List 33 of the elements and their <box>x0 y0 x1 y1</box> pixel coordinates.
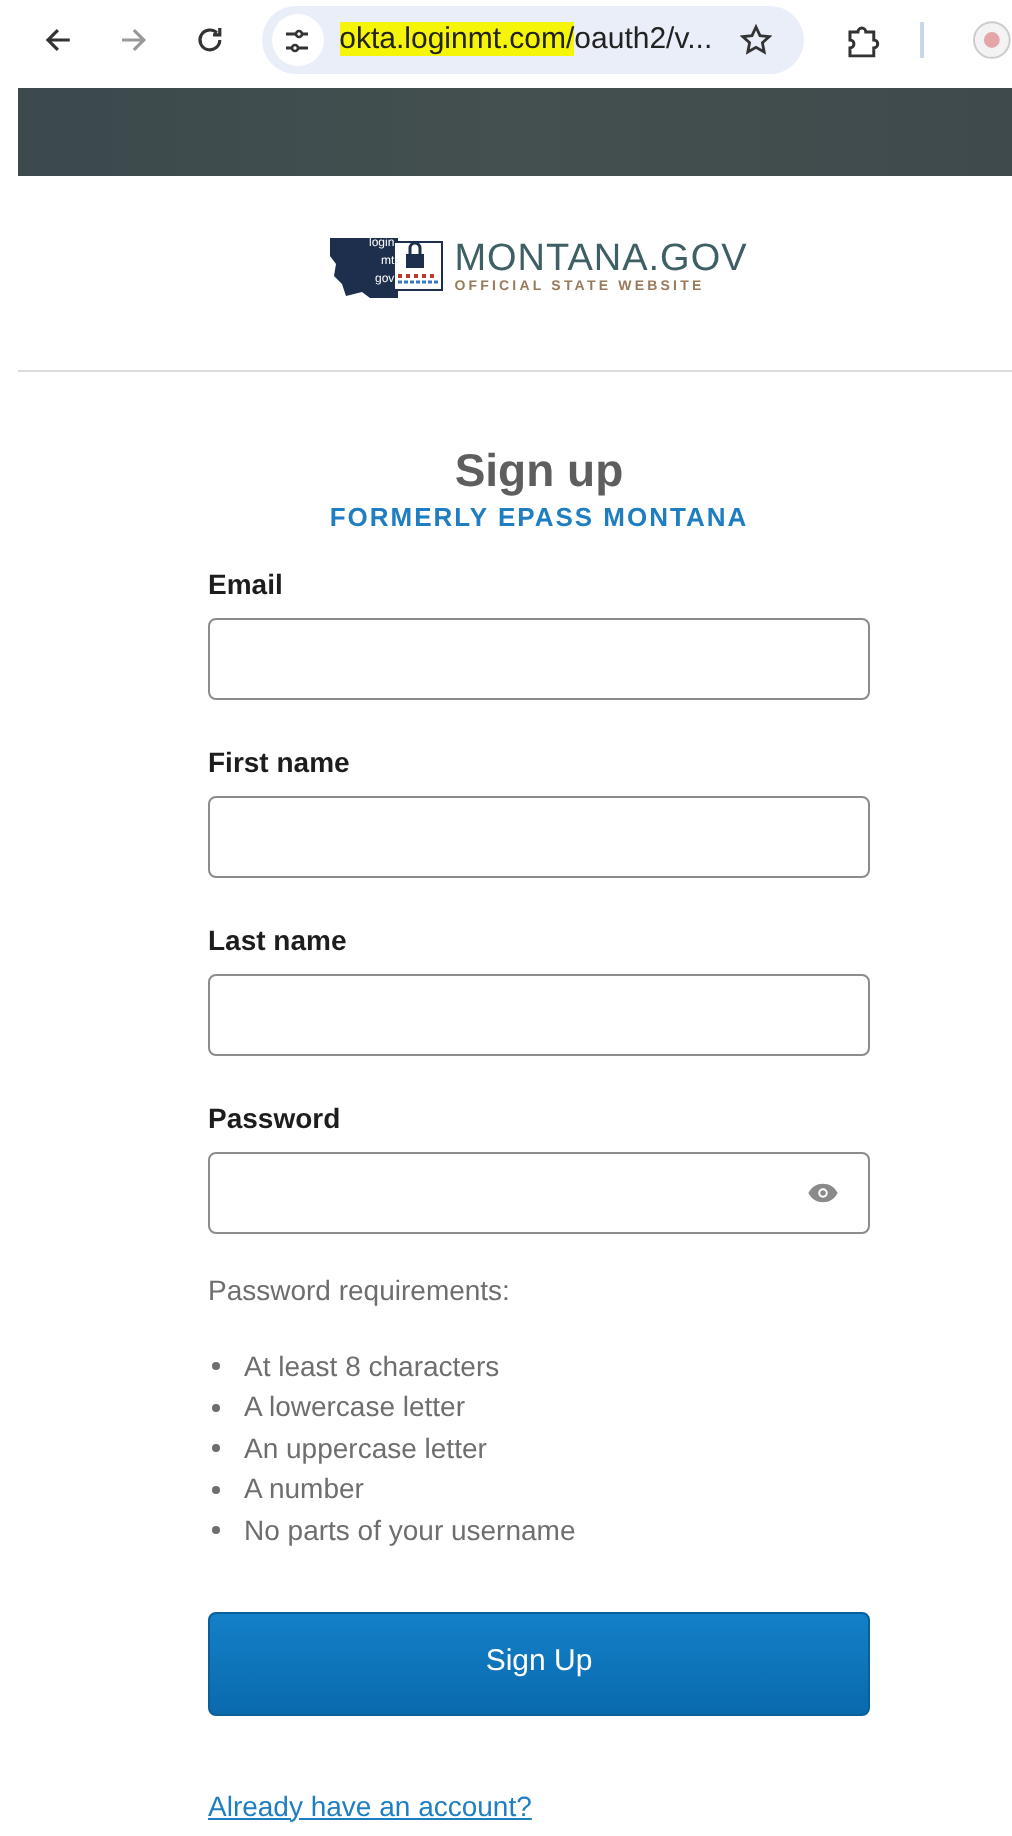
sign-in-link[interactable]: Already have an account? <box>208 1789 532 1821</box>
forward-icon[interactable] <box>119 26 148 54</box>
text-field[interactable] <box>208 618 870 700</box>
profile-avatar-icon[interactable] <box>972 20 1012 60</box>
text-field[interactable] <box>208 796 870 878</box>
field-label: Last name <box>208 922 349 958</box>
bullet-icon <box>212 1526 220 1535</box>
requirements-title: Password requirements: <box>208 1272 512 1308</box>
star-icon[interactable] <box>740 24 773 56</box>
bullet-icon <box>212 1485 220 1494</box>
eye-icon[interactable] <box>806 1182 840 1204</box>
requirement-text: An uppercase letter <box>244 1429 487 1468</box>
requirement-text: At least 8 characters <box>244 1347 500 1386</box>
sign-up-button[interactable]: Sign Up <box>208 1611 870 1715</box>
page-title: Sign up <box>452 442 626 500</box>
site-info-icon[interactable] <box>271 14 324 66</box>
url-text[interactable]: oauth2/v... <box>574 21 713 56</box>
bullet-icon <box>212 1444 220 1453</box>
bullet-icon <box>212 1362 220 1371</box>
field-label: Email <box>208 566 285 602</box>
bullet-icon <box>212 1403 220 1412</box>
text-field[interactable] <box>208 974 870 1056</box>
field-label: First name <box>208 744 352 780</box>
requirement-text: No parts of your username <box>244 1511 576 1550</box>
back-icon[interactable] <box>44 26 72 54</box>
requirement-text: A number <box>244 1470 364 1509</box>
field-label: Password <box>208 1100 343 1136</box>
page-subtitle: FORMERLY EPASS MONTANA <box>327 500 751 536</box>
puzzle-icon[interactable] <box>846 23 881 57</box>
requirement-text: A lowercase letter <box>244 1388 465 1427</box>
reload-icon[interactable] <box>195 26 224 54</box>
logo-title: MONTANA.GOV <box>454 239 748 279</box>
password-field[interactable] <box>208 1152 870 1234</box>
